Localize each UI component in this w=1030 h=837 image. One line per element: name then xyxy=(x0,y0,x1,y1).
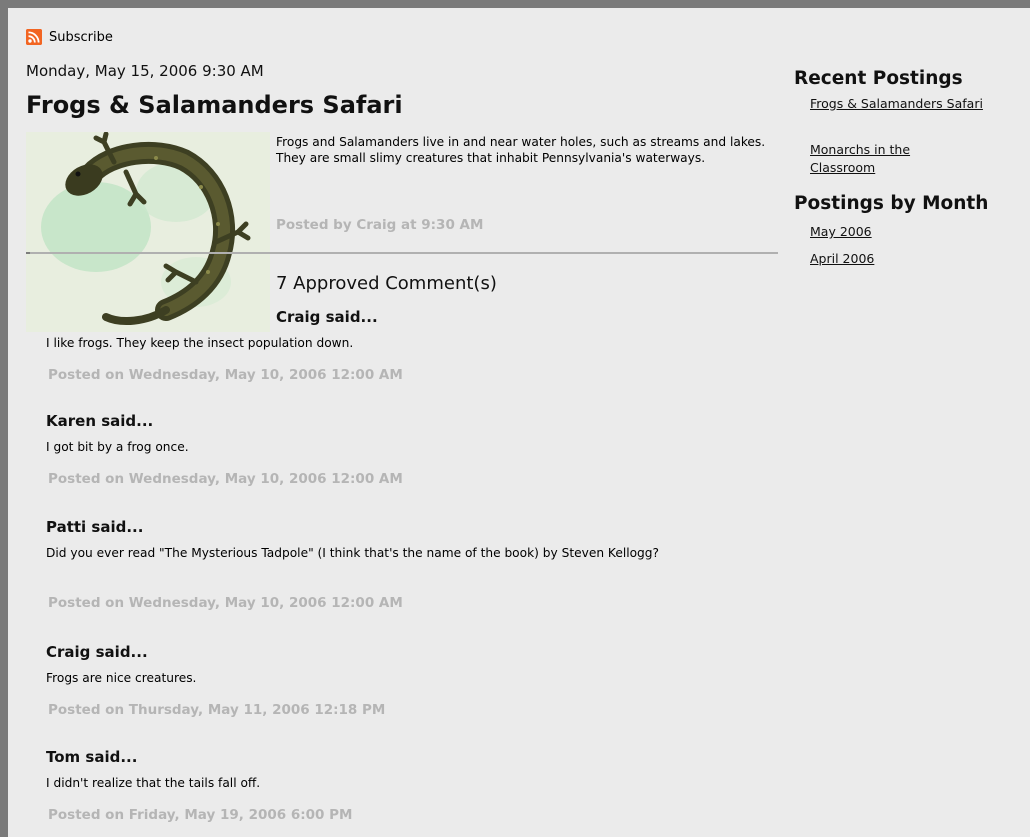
comments-heading: 7 Approved Comment(s) xyxy=(276,273,497,294)
comment-meta: Posted on Wednesday, May 10, 2006 12:00 … xyxy=(48,471,403,487)
recent-posting-link[interactable]: Frogs & Salamanders Safari xyxy=(810,95,1010,113)
comment-meta: Posted on Wednesday, May 10, 2006 12:00 … xyxy=(48,595,403,611)
rss-feed-icon xyxy=(26,29,42,45)
post-body: Frogs and Salamanders live in and near w… xyxy=(276,135,766,165)
comment-author: Tom said... xyxy=(46,748,138,766)
comment-text: Did you ever read "The Mysterious Tadpol… xyxy=(46,546,659,560)
month-archive-link[interactable]: April 2006 xyxy=(810,250,874,268)
comment-meta: Posted on Thursday, May 11, 2006 12:18 P… xyxy=(48,702,386,718)
comment-text: I got bit by a frog once. xyxy=(46,440,189,454)
post-divider-edge xyxy=(26,252,30,254)
comment-author: Craig said... xyxy=(46,643,148,661)
comment-text: I like frogs. They keep the insect popul… xyxy=(46,336,354,350)
comment-meta: Posted on Wednesday, May 10, 2006 12:00 … xyxy=(48,367,403,383)
post-date: Monday, May 15, 2006 9:30 AM xyxy=(26,62,264,80)
blog-page: Subscribe Monday, May 15, 2006 9:30 AM F… xyxy=(8,8,1030,837)
post-byline: Posted by Craig at 9:30 AM xyxy=(276,217,484,233)
comment-text: Frogs are nice creatures. xyxy=(46,671,197,685)
recent-postings-heading: Recent Postings xyxy=(794,68,963,89)
comment-author: Craig said... xyxy=(276,308,378,326)
comment-author: Patti said... xyxy=(46,518,144,536)
post-title: Frogs & Salamanders Safari xyxy=(26,91,403,119)
postings-by-month-heading: Postings by Month xyxy=(794,193,989,214)
subscribe-link[interactable]: Subscribe xyxy=(26,27,113,47)
recent-posting-link[interactable]: Monarchs in the Classroom xyxy=(810,141,960,177)
post-divider xyxy=(26,252,778,254)
month-archive-link[interactable]: May 2006 xyxy=(810,223,872,241)
comment-meta: Posted on Friday, May 19, 2006 6:00 PM xyxy=(48,807,353,823)
subscribe-label: Subscribe xyxy=(49,29,113,45)
salamander-image xyxy=(26,132,270,332)
comment-text: I didn't realize that the tails fall off… xyxy=(46,776,261,790)
comment-author: Karen said... xyxy=(46,412,154,430)
